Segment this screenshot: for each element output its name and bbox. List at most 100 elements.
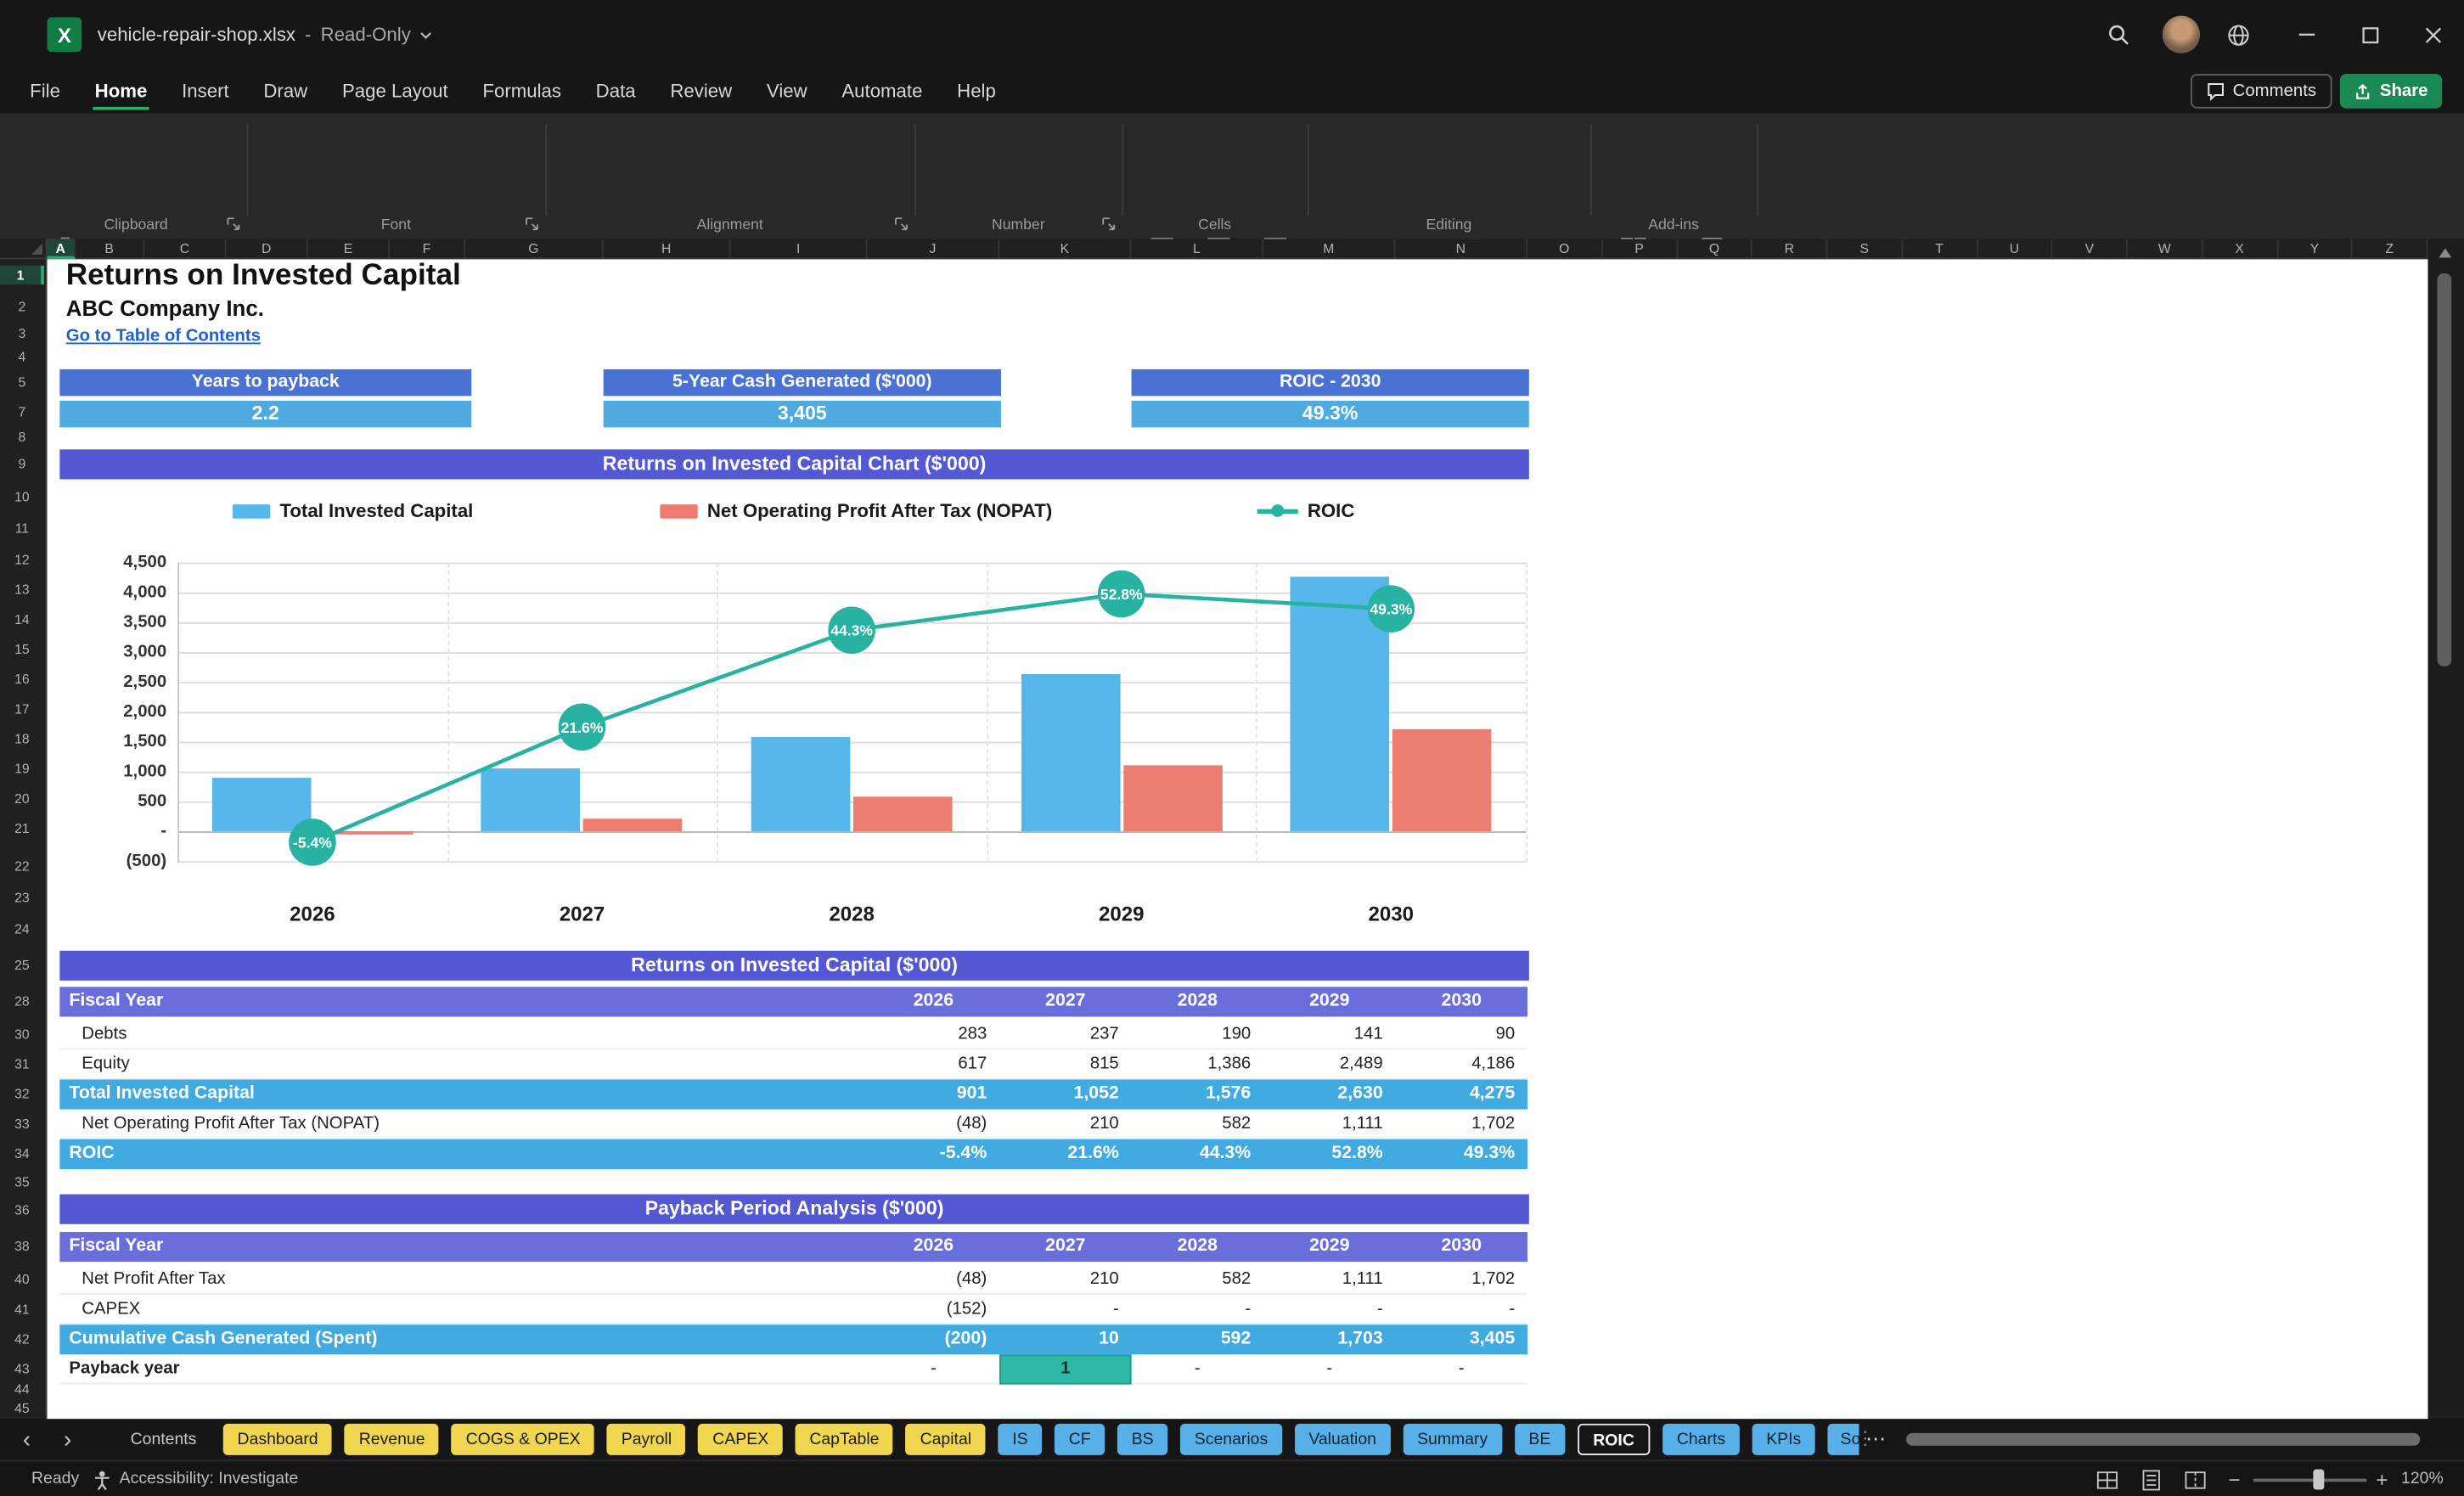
row-header-1[interactable]: 1 bbox=[0, 265, 44, 284]
table-row-roic[interactable]: ROIC -5.4% 21.6% 44.3% 52.8% 49.3% bbox=[59, 1139, 1527, 1169]
cell-value[interactable]: 1,052 bbox=[999, 1079, 1131, 1109]
row-header-18[interactable]: 18 bbox=[0, 729, 44, 748]
font-dialog-launcher-icon[interactable] bbox=[525, 217, 539, 231]
cell-value[interactable]: 1,386 bbox=[1132, 1049, 1263, 1079]
cell-value[interactable]: 3,405 bbox=[1396, 1324, 1527, 1354]
sheet-tab-cogs-opex[interactable]: COGS & OPEX bbox=[451, 1423, 595, 1455]
cell-value[interactable]: 90 bbox=[1396, 1020, 1527, 1049]
cell-value[interactable]: 210 bbox=[999, 1265, 1131, 1295]
cell-value[interactable]: (48) bbox=[868, 1110, 999, 1139]
zoom-slider-thumb[interactable] bbox=[2313, 1469, 2325, 1490]
column-header-c[interactable]: C bbox=[144, 239, 227, 260]
workbook-title[interactable]: vehicle-repair-shop.xlsx - Read-Only bbox=[98, 0, 433, 69]
row-header-41[interactable]: 41 bbox=[0, 1300, 44, 1319]
sheet-tab-is[interactable]: IS bbox=[998, 1423, 1043, 1455]
row-header-42[interactable]: 42 bbox=[0, 1330, 44, 1348]
cell-value[interactable]: 592 bbox=[1132, 1324, 1263, 1354]
row-header-15[interactable]: 15 bbox=[0, 639, 44, 658]
table-row-debts[interactable]: Debts 283 237 190 141 90 bbox=[59, 1020, 1527, 1050]
menu-review[interactable]: Review bbox=[653, 69, 750, 113]
cell-value[interactable]: 1,111 bbox=[1263, 1265, 1395, 1295]
row-header-14[interactable]: 14 bbox=[0, 610, 44, 628]
avatar[interactable] bbox=[2162, 15, 2201, 53]
zoom-slider[interactable] bbox=[2253, 1478, 2367, 1482]
row-header-5[interactable]: 5 bbox=[0, 373, 44, 391]
row-header-4[interactable]: 4 bbox=[0, 347, 44, 366]
cell-value[interactable]: 237 bbox=[999, 1020, 1131, 1049]
column-header-b[interactable]: B bbox=[76, 239, 145, 260]
row-header-31[interactable]: 31 bbox=[0, 1055, 44, 1073]
row-header-45[interactable]: 45 bbox=[0, 1398, 44, 1417]
cell-value[interactable]: 210 bbox=[999, 1110, 1131, 1139]
column-header-l[interactable]: L bbox=[1132, 239, 1264, 260]
cell-value[interactable]: - bbox=[1132, 1354, 1263, 1384]
cell-value[interactable]: - bbox=[1132, 1295, 1263, 1324]
column-header-i[interactable]: I bbox=[731, 239, 868, 260]
cell-value[interactable]: 1,703 bbox=[1263, 1324, 1395, 1354]
cell-value[interactable]: 1,702 bbox=[1396, 1110, 1527, 1139]
menu-help[interactable]: Help bbox=[940, 69, 1013, 113]
cell-value[interactable]: - bbox=[868, 1354, 999, 1384]
row-header-2[interactable]: 2 bbox=[0, 297, 44, 316]
column-header-u[interactable]: U bbox=[1977, 239, 2053, 260]
fiscal-year-row-roic[interactable]: Fiscal Year 2026 2027 2028 2029 2030 bbox=[59, 987, 1527, 1017]
cell-value[interactable]: 49.3% bbox=[1396, 1139, 1527, 1169]
menu-formulas[interactable]: Formulas bbox=[465, 69, 578, 113]
row-header-24[interactable]: 24 bbox=[0, 920, 44, 938]
row-header-7[interactable]: 7 bbox=[0, 402, 44, 421]
accessibility-icon[interactable] bbox=[91, 1469, 113, 1491]
row-header-30[interactable]: 30 bbox=[0, 1025, 44, 1043]
sheet-tab-summary[interactable]: Summary bbox=[1403, 1423, 1502, 1455]
column-header-v[interactable]: V bbox=[2053, 239, 2128, 260]
column-header-y[interactable]: Y bbox=[2278, 239, 2354, 260]
excel-app-icon[interactable]: X bbox=[47, 17, 82, 53]
globe-icon[interactable] bbox=[2222, 19, 2253, 50]
cell-value[interactable]: 1,576 bbox=[1132, 1079, 1263, 1109]
menu-home[interactable]: Home bbox=[77, 69, 164, 113]
row-header-19[interactable]: 19 bbox=[0, 759, 44, 778]
scroll-up-arrow-icon[interactable] bbox=[2439, 248, 2452, 258]
column-header-x[interactable]: X bbox=[2202, 239, 2278, 260]
row-header-43[interactable]: 43 bbox=[0, 1359, 44, 1378]
sheet-tab-be[interactable]: BE bbox=[1514, 1423, 1565, 1455]
cell-value[interactable]: (152) bbox=[868, 1295, 999, 1324]
page-break-view-icon[interactable] bbox=[2185, 1469, 2207, 1491]
sheet-tab-captable[interactable]: CapTable bbox=[795, 1423, 894, 1455]
row-header-38[interactable]: 38 bbox=[0, 1237, 44, 1256]
cell-value[interactable]: 4,186 bbox=[1396, 1049, 1527, 1079]
sheet-tab-charts[interactable]: Charts bbox=[1662, 1423, 1740, 1455]
row-header-13[interactable]: 13 bbox=[0, 580, 44, 599]
column-header-g[interactable]: G bbox=[465, 239, 604, 260]
cell-value[interactable]: 141 bbox=[1263, 1020, 1395, 1049]
cell-value[interactable]: 1,111 bbox=[1263, 1110, 1395, 1139]
column-header-q[interactable]: Q bbox=[1678, 239, 1753, 260]
menu-page-layout[interactable]: Page Layout bbox=[325, 69, 465, 113]
row-header-36[interactable]: 36 bbox=[0, 1201, 44, 1219]
row-headers[interactable]: 1 2 3 4 5 7 8 9 10 11 12 13 14 15 16 17 18 19 20 21 22 23 24 25… bbox=[0, 259, 48, 1420]
row-header-12[interactable]: 12 bbox=[0, 550, 44, 569]
column-header-d[interactable]: D bbox=[227, 239, 308, 260]
row-header-16[interactable]: 16 bbox=[0, 669, 44, 688]
page-layout-view-icon[interactable] bbox=[2141, 1469, 2163, 1491]
sheet-tab-cf[interactable]: CF bbox=[1055, 1423, 1105, 1455]
column-header-f[interactable]: F bbox=[390, 239, 465, 260]
zoom-in-button[interactable]: + bbox=[2376, 1461, 2388, 1496]
cell-value[interactable]: 815 bbox=[999, 1049, 1131, 1079]
normal-view-icon[interactable] bbox=[2096, 1469, 2118, 1491]
cell-value[interactable]: 283 bbox=[868, 1020, 999, 1049]
table-of-contents-link[interactable]: Go to Table of Contents bbox=[66, 325, 261, 347]
cell-value[interactable]: 4,275 bbox=[1396, 1079, 1527, 1109]
kpi-value-years-to-payback[interactable]: 2.2 bbox=[59, 400, 472, 428]
column-header-p[interactable]: P bbox=[1602, 239, 1678, 260]
column-headers[interactable]: ABCDEFGHIJKLMNOPQRSTUVWXYZ bbox=[47, 239, 2428, 260]
row-header-40[interactable]: 40 bbox=[0, 1269, 44, 1288]
sheet-tab-capex[interactable]: CAPEX bbox=[698, 1423, 783, 1455]
fiscal-year-row-payback[interactable]: Fiscal Year 2026 2027 2028 2029 2030 bbox=[59, 1232, 1527, 1263]
tab-splitter-grip[interactable]: ⋮ bbox=[1856, 1427, 1875, 1449]
row-header-21[interactable]: 21 bbox=[0, 818, 44, 837]
zoom-out-button[interactable]: − bbox=[2228, 1461, 2240, 1496]
menu-insert[interactable]: Insert bbox=[165, 69, 246, 113]
cell-value[interactable]: 2,630 bbox=[1263, 1079, 1395, 1109]
column-header-m[interactable]: M bbox=[1263, 239, 1396, 260]
cell-value[interactable]: 1,702 bbox=[1396, 1265, 1527, 1295]
